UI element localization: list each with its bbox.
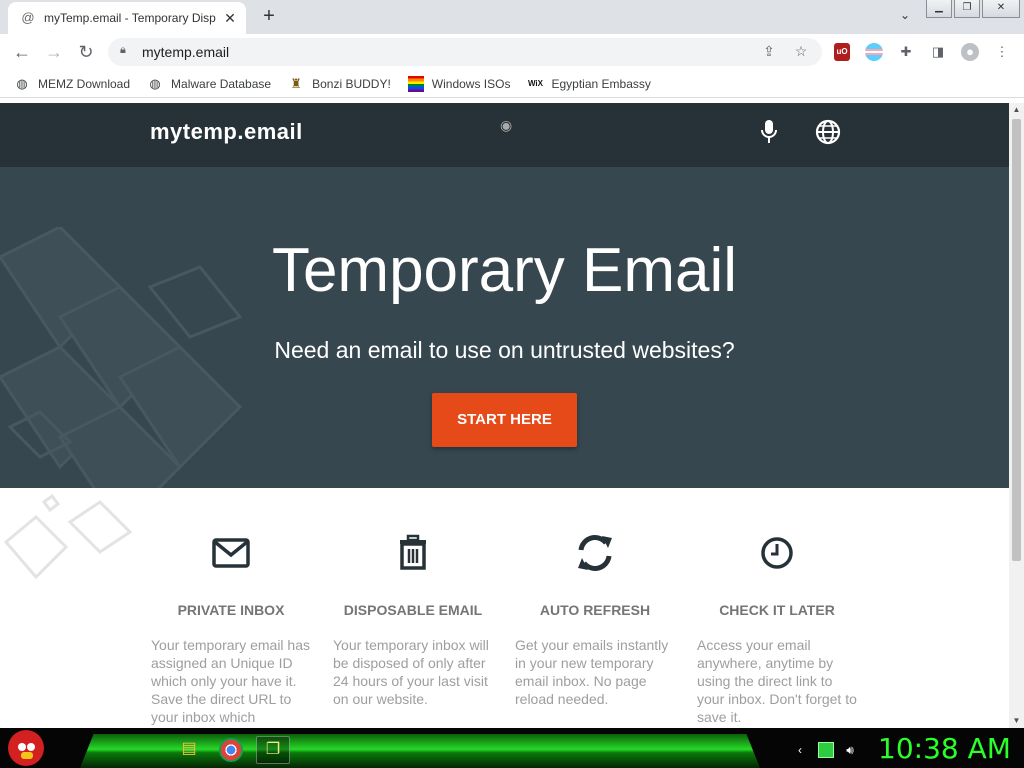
back-arrow-icon[interactable]: ← [11,41,33,63]
feature-text: Your temporary email has assigned an Uni… [151,637,311,725]
envelope-deco-icon [4,493,133,580]
bonzi-icon: ♜ [290,75,302,91]
feature-text: Access your email anywhere, anytime by u… [697,637,857,725]
globe-icon: ◍ [149,75,161,91]
hero-title: Temporary Email [271,236,738,305]
globe-language-icon[interactable] [814,119,842,149]
restore-button[interactable]: ❐ [954,0,980,18]
tab-search-chevron-icon[interactable]: ⌄ [896,8,914,26]
taskbar-clock[interactable]: 10:38 AM [878,732,1011,765]
bird-eye [18,743,26,751]
features-section: PRIVATE INBOX Your temporary email has a… [0,488,1009,728]
chrome-taskbar-icon[interactable] [219,738,243,762]
start-here-button[interactable]: START HERE [432,393,577,447]
tray-back-icon[interactable]: ‹ [792,742,808,758]
bookmark-label: MEMZ Download [38,76,131,91]
sidepanel-icon[interactable]: ◨ [929,43,947,61]
bird-eye [27,743,35,751]
bookmarks-bar: ◍ MEMZ Download ◍ Malware Database ♜ Bon… [0,70,1024,98]
share-icon[interactable]: ⇪ [760,43,778,61]
bird-beak [21,752,33,759]
forward-arrow-icon[interactable]: → [43,41,65,63]
feature-title: CHECK IT LATER [719,602,835,618]
at-sign-icon: @ [21,10,35,25]
profile-icon[interactable]: ● [961,43,979,61]
taskbar: ▤ ❐ ‹ 🔊︎ 10:38 AM [0,728,1024,768]
lock-icon[interactable]: 🔒︎ [120,44,132,58]
microphone-icon-svg [761,120,777,143]
bookmark-star-icon[interactable]: ☆ [792,43,810,61]
mouse-cursor-icon: ◉ [500,117,513,133]
volume-icon[interactable]: 🔊︎ [842,742,858,758]
menu-kebab-icon[interactable]: ⋮ [993,43,1011,61]
hero-section: Temporary Email Need an email to use on … [0,167,1009,488]
bookmark-label: Egyptian Embassy [551,76,651,91]
clock-icon [761,537,793,569]
file-explorer-icon[interactable]: ▤ [172,736,206,764]
globe-icon: ◍ [16,75,28,91]
network-icon[interactable] [818,742,834,758]
page-scrollbar[interactable]: ▲ ▼ [1009,103,1024,728]
close-tab-icon[interactable]: ✕ [222,10,238,26]
wix-icon: WiX [527,78,543,88]
url-text[interactable]: mytemp.email [142,44,229,60]
minimize-button[interactable]: ▁ [926,0,952,18]
window-controls: ▁ ❐ ✕ [926,0,1022,18]
scrollbar-thumb[interactable] [1012,119,1021,561]
bookmark-label: Windows ISOs [431,76,511,91]
trans-flag-icon[interactable] [865,43,883,61]
feature-text: Get your emails instantly in your new te… [515,637,669,707]
tab-title: myTemp.email - Temporary Disp [44,11,216,25]
feature-title: AUTO REFRESH [539,602,651,618]
address-bar[interactable]: 🔒︎ mytemp.email ⇪ ☆ [108,38,822,66]
puzzle-icon[interactable]: ✚ [897,43,915,61]
globe-language-icon-svg [815,119,841,145]
microphone-icon[interactable] [755,119,783,149]
documents-taskbar-icon[interactable]: ❐ [256,736,290,764]
scroll-down-arrow-icon[interactable]: ▼ [1009,714,1024,728]
new-tab-button[interactable]: + [258,6,280,28]
site-header: mytemp.email ◉ [0,103,1009,167]
browser-toolbar: ← → ↻ 🔒︎ mytemp.email ⇪ ☆ uO ✚ ◨ ● ⋮ [0,34,1024,70]
refresh-icon [578,535,612,571]
rainbow-flag-icon [407,75,424,92]
bookmark-label: Bonzi BUDDY! [312,76,391,91]
feature-title: DISPOSABLE EMAIL [343,602,483,618]
feature-title: PRIVATE INBOX [177,602,285,618]
site-logo[interactable]: mytemp.email [150,119,303,145]
close-window-button[interactable]: ✕ [982,0,1020,18]
bookmark-windows-isos[interactable]: Windows ISOs [407,75,511,92]
browser-tab[interactable]: @ myTemp.email - Temporary Disp ✕ [8,2,246,34]
bookmark-bonzi-buddy[interactable]: ♜ Bonzi BUDDY! [288,76,391,92]
envelope-icon [212,538,250,568]
bookmark-memz[interactable]: ◍ MEMZ Download [14,76,130,92]
feature-text: Your temporary inbox will be disposed of… [333,637,489,707]
trash-icon [400,534,426,570]
reload-icon[interactable]: ↻ [75,41,97,63]
start-button-angry-bird-icon[interactable] [8,730,44,766]
bookmark-malware-database[interactable]: ◍ Malware Database [147,76,271,92]
scroll-up-arrow-icon[interactable]: ▲ [1009,103,1024,117]
tab-strip: @ myTemp.email - Temporary Disp ✕ + ⌄ ▁ … [0,0,1024,34]
page-viewport: mytemp.email ◉ Temporary Email Need an e… [0,103,1009,728]
hero-subtitle: Need an email to use on untrusted websit… [274,337,735,363]
bookmark-egyptian-embassy[interactable]: WiX Egyptian Embassy [527,76,651,92]
bookmark-label: Malware Database [171,76,272,91]
ublock-icon[interactable]: uO [834,43,850,61]
